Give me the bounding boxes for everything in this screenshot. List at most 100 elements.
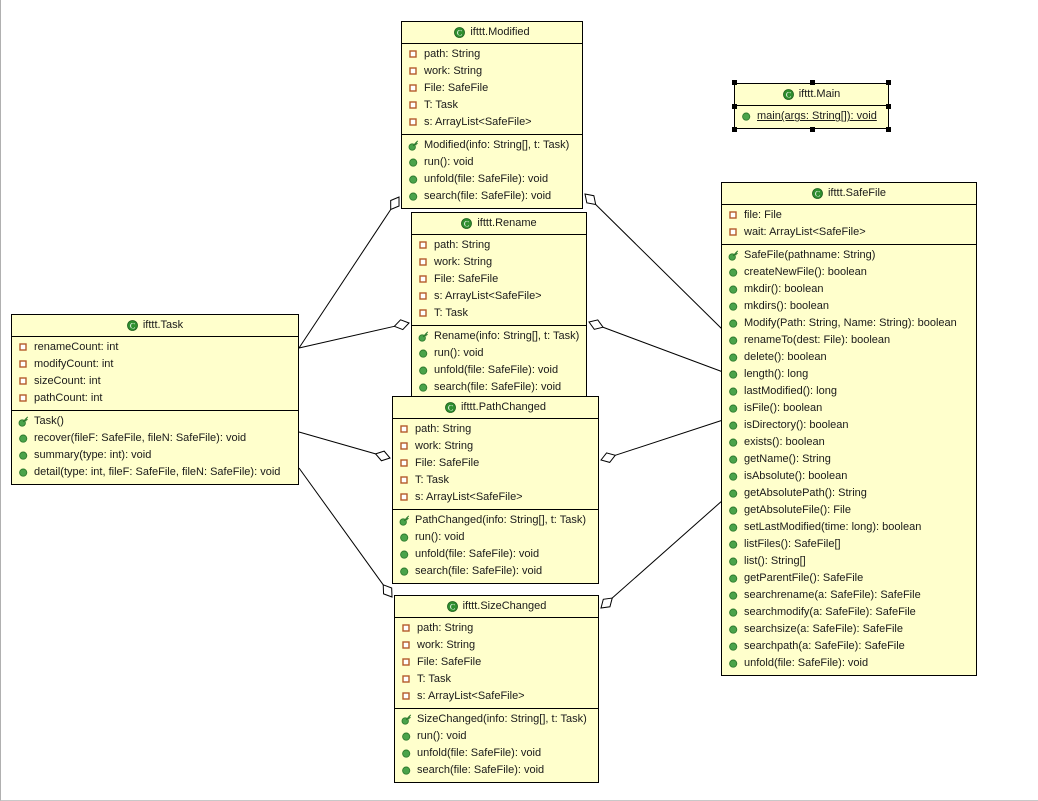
relationship-task-modified[interactable]	[298, 196, 400, 349]
diagram-canvas[interactable]: Cifttt.Modified path: String work: String F…	[0, 0, 1038, 801]
attribute-label: path: String	[424, 48, 481, 61]
method-row[interactable]: length(): long	[722, 366, 976, 383]
method-row[interactable]: Modified(info: String[], t: Task)	[402, 137, 582, 154]
method-row[interactable]: Rename(info: String[], t: Task)	[412, 328, 586, 345]
attribute-row[interactable]: work: String	[412, 254, 586, 271]
selection-handle[interactable]	[732, 127, 737, 132]
method-row[interactable]: search(file: SafeFile): void	[402, 188, 582, 205]
method-row[interactable]: unfold(file: SafeFile): void	[393, 546, 598, 563]
attribute-row[interactable]: T: Task	[402, 97, 582, 114]
attribute-row[interactable]: pathCount: int	[12, 390, 298, 407]
method-row[interactable]: getName(): String	[722, 451, 976, 468]
uml-class-rename[interactable]: Cifttt.Rename path: String work: String Fil…	[411, 212, 587, 401]
method-row[interactable]: SafeFile(pathname: String)	[722, 247, 976, 264]
attribute-row[interactable]: renameCount: int	[12, 339, 298, 356]
method-row[interactable]: unfold(file: SafeFile): void	[722, 655, 976, 672]
attribute-row[interactable]: wait: ArrayList<SafeFile>	[722, 224, 976, 241]
method-row[interactable]: search(file: SafeFile): void	[393, 563, 598, 580]
uml-class-pathchanged[interactable]: Cifttt.PathChanged path: String work: Stri…	[392, 396, 599, 585]
method-row[interactable]: recover(fileF: SafeFile, fileN: SafeFile…	[12, 430, 298, 447]
relationship-pathchanged-safefile[interactable]	[600, 419, 724, 463]
attribute-row[interactable]: T: Task	[395, 671, 598, 688]
uml-class-main[interactable]: Cifttt.Main main(args: String[]): void	[734, 83, 889, 130]
method-row[interactable]: Task()	[12, 413, 298, 430]
method-row[interactable]: getAbsoluteFile(): File	[722, 502, 976, 519]
attribute-row[interactable]: path: String	[412, 237, 586, 254]
attribute-row[interactable]: s: ArrayList<SafeFile>	[393, 489, 598, 506]
method-row[interactable]: getParentFile(): SafeFile	[722, 570, 976, 587]
relationship-sizechanged-safefile[interactable]	[600, 499, 724, 609]
attribute-row[interactable]: T: Task	[393, 472, 598, 489]
method-row[interactable]: setLastModified(time: long): boolean	[722, 519, 976, 536]
attribute-row[interactable]: path: String	[395, 620, 598, 637]
method-row[interactable]: exists(): boolean	[722, 434, 976, 451]
attribute-row[interactable]: file: File	[722, 207, 976, 224]
method-row[interactable]: isDirectory(): boolean	[722, 417, 976, 434]
selection-handle[interactable]	[809, 127, 815, 132]
selection-handle[interactable]	[886, 80, 891, 85]
method-row[interactable]: isAbsolute(): boolean	[722, 468, 976, 485]
method-label: Rename(info: String[], t: Task)	[434, 330, 580, 343]
attribute-row[interactable]: work: String	[402, 63, 582, 80]
method-row[interactable]: unfold(file: SafeFile): void	[395, 745, 598, 762]
attribute-row[interactable]: work: String	[393, 438, 598, 455]
method-row[interactable]: run(): void	[393, 529, 598, 546]
method-row[interactable]: renameTo(dest: File): boolean	[722, 332, 976, 349]
attribute-row[interactable]: s: ArrayList<SafeFile>	[395, 688, 598, 705]
selection-handle[interactable]	[886, 127, 891, 132]
method-row[interactable]: searchrename(a: SafeFile): SafeFile	[722, 587, 976, 604]
method-row[interactable]: isFile(): boolean	[722, 400, 976, 417]
uml-class-task[interactable]: Cifttt.Task renameCount: int modifyCount: …	[11, 314, 299, 486]
attribute-row[interactable]: modifyCount: int	[12, 356, 298, 373]
attribute-row[interactable]: File: SafeFile	[412, 271, 586, 288]
attribute-row[interactable]: work: String	[395, 637, 598, 654]
attribute-row[interactable]: sizeCount: int	[12, 373, 298, 390]
relationship-task-pathchanged[interactable]	[298, 431, 391, 462]
method-row[interactable]: listFiles(): SafeFile[]	[722, 536, 976, 553]
method-row[interactable]: run(): void	[395, 728, 598, 745]
method-row[interactable]: PathChanged(info: String[], t: Task)	[393, 512, 598, 529]
relationship-modified-safefile[interactable]	[584, 193, 724, 331]
uml-class-sizechanged[interactable]: Cifttt.SizeChanged path: String work: Stri…	[394, 595, 599, 784]
method-row[interactable]: summary(type: int): void	[12, 447, 298, 464]
relationship-task-sizechanged[interactable]	[298, 467, 393, 598]
selection-handle[interactable]	[809, 80, 815, 85]
selection-handle[interactable]	[886, 104, 891, 109]
method-row[interactable]: detail(type: int, fileF: SafeFile, fileN…	[12, 464, 298, 481]
method-row[interactable]: lastModified(): long	[722, 383, 976, 400]
method-row[interactable]: getAbsolutePath(): String	[722, 485, 976, 502]
attribute-row[interactable]: path: String	[402, 46, 582, 63]
method-row[interactable]: searchsize(a: SafeFile): SafeFile	[722, 621, 976, 638]
selection-handle[interactable]	[732, 104, 737, 109]
method-label: isDirectory(): boolean	[744, 419, 849, 432]
method-row[interactable]: createNewFile(): boolean	[722, 264, 976, 281]
method-row[interactable]: search(file: SafeFile): void	[395, 762, 598, 779]
method-row[interactable]: SizeChanged(info: String[], t: Task)	[395, 711, 598, 728]
relationship-task-rename[interactable]	[298, 319, 410, 349]
attribute-row[interactable]: path: String	[393, 421, 598, 438]
method-row[interactable]: unfold(file: SafeFile): void	[402, 171, 582, 188]
method-row[interactable]: delete(): boolean	[722, 349, 976, 366]
attribute-row[interactable]: File: SafeFile	[395, 654, 598, 671]
uml-class-safefile[interactable]: Cifttt.SafeFile file: File wait: ArrayList…	[721, 182, 977, 677]
attribute-row[interactable]: s: ArrayList<SafeFile>	[412, 288, 586, 305]
method-row[interactable]: list(): String[]	[722, 553, 976, 570]
method-row[interactable]: run(): void	[402, 154, 582, 171]
method-row[interactable]: mkdirs(): boolean	[722, 298, 976, 315]
method-row[interactable]: main(args: String[]): void	[735, 108, 888, 125]
attribute-row[interactable]: File: SafeFile	[393, 455, 598, 472]
selection-handle[interactable]	[732, 80, 737, 85]
attribute-row[interactable]: s: ArrayList<SafeFile>	[402, 114, 582, 131]
method-row[interactable]: unfold(file: SafeFile): void	[412, 362, 586, 379]
private-attribute-icon	[408, 49, 419, 60]
method-row[interactable]: searchpath(a: SafeFile): SafeFile	[722, 638, 976, 655]
method-row[interactable]: mkdir(): boolean	[722, 281, 976, 298]
method-row[interactable]: searchmodify(a: SafeFile): SafeFile	[722, 604, 976, 621]
attribute-row[interactable]: File: SafeFile	[402, 80, 582, 97]
method-row[interactable]: Modify(Path: String, Name: String): bool…	[722, 315, 976, 332]
method-row[interactable]: search(file: SafeFile): void	[412, 379, 586, 396]
method-row[interactable]: run(): void	[412, 345, 586, 362]
uml-class-modified[interactable]: Cifttt.Modified path: String work: String F…	[401, 21, 583, 210]
relationship-rename-safefile[interactable]	[588, 319, 724, 373]
attribute-row[interactable]: T: Task	[412, 305, 586, 322]
